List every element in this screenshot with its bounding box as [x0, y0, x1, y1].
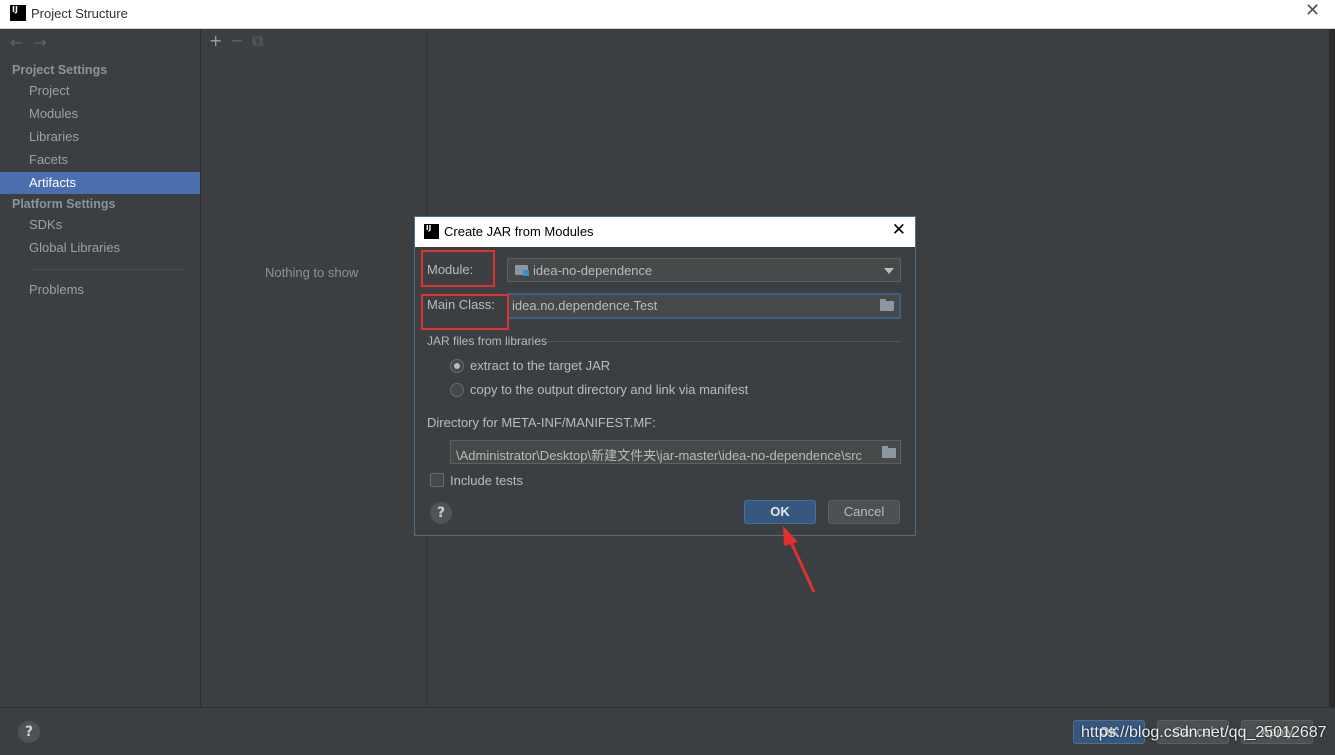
module-folder-icon	[515, 265, 529, 276]
sidebar-item-sdks[interactable]: SDKs	[0, 214, 200, 236]
window-title: Project Structure	[31, 6, 128, 21]
dropdown-arrow-icon[interactable]	[884, 268, 894, 274]
nav-arrows: ← →	[10, 33, 57, 52]
include-tests-checkbox[interactable]	[430, 473, 444, 487]
manifest-dir-label: Directory for META-INF/MANIFEST.MF:	[427, 415, 656, 430]
dialog-cancel-button[interactable]: Cancel	[828, 500, 900, 524]
window-titlebar: IJ Project Structure ✕	[0, 0, 1335, 29]
module-select[interactable]: idea-no-dependence	[507, 258, 901, 282]
dialog-titlebar: IJ Create JAR from Modules ✕	[415, 217, 915, 247]
main-class-input[interactable]: idea.no.dependence.Test	[507, 293, 901, 319]
intellij-logo-icon: IJ	[10, 5, 26, 21]
annotation-box-module	[421, 250, 495, 287]
dialog-help-icon[interactable]: ?	[430, 502, 452, 524]
sidebar-item-facets[interactable]: Facets	[0, 149, 200, 171]
sidebar-item-global-libraries[interactable]: Global Libraries	[0, 237, 200, 259]
annotation-box-main-class	[421, 294, 509, 330]
section-project-settings: Project Settings	[12, 63, 108, 77]
radio-extract[interactable]	[450, 359, 464, 373]
add-icon[interactable]: +	[209, 31, 222, 50]
sidebar-item-project[interactable]: Project	[0, 80, 200, 102]
include-tests-label[interactable]: Include tests	[450, 473, 523, 488]
module-value: idea-no-dependence	[533, 263, 653, 278]
radio-copy-label[interactable]: copy to the output directory and link vi…	[470, 382, 748, 397]
group-separator	[545, 341, 901, 342]
forward-arrow-icon[interactable]: →	[33, 33, 46, 52]
manifest-dir-value: \Administrator\Desktop\新建文件夹\jar-master\…	[456, 448, 863, 463]
watermark-text: https://blog.csdn.net/qq_25012687	[1081, 724, 1327, 741]
jar-libraries-group-title: JAR files from libraries	[427, 334, 548, 348]
radio-copy[interactable]	[450, 383, 464, 397]
dialog-title: Create JAR from Modules	[444, 224, 594, 239]
annotation-arrow-icon	[783, 526, 816, 593]
help-icon[interactable]: ?	[18, 721, 40, 743]
dialog-close-icon[interactable]: ✕	[892, 222, 906, 239]
remove-icon[interactable]: −	[230, 31, 243, 50]
sidebar-item-libraries[interactable]: Libraries	[0, 126, 200, 148]
right-edge-strip	[1329, 29, 1335, 707]
copy-icon[interactable]: ⧉	[252, 31, 263, 50]
intellij-logo-icon: IJ	[424, 224, 439, 239]
back-arrow-icon[interactable]: ←	[10, 33, 23, 52]
artifacts-list-panel: + − ⧉ Nothing to show	[201, 29, 427, 707]
main-class-value: idea.no.dependence.Test	[512, 298, 658, 313]
browse-folder-icon[interactable]	[880, 299, 895, 311]
window-close-icon[interactable]: ✕	[1305, 2, 1321, 20]
radio-extract-label[interactable]: extract to the target JAR	[470, 358, 610, 373]
section-platform-settings: Platform Settings	[12, 197, 116, 211]
sidebar-item-modules[interactable]: Modules	[0, 103, 200, 125]
sidebar-item-problems[interactable]: Problems	[0, 279, 200, 301]
sidebar-item-artifacts[interactable]: Artifacts	[0, 172, 200, 194]
empty-state-text: Nothing to show	[265, 265, 359, 280]
settings-sidebar: ← → Project Settings Project Modules Libr…	[0, 29, 201, 707]
sidebar-divider	[29, 269, 186, 270]
browse-folder-icon[interactable]	[879, 444, 898, 460]
artifacts-toolbar: + − ⧉	[209, 31, 271, 51]
manifest-dir-input[interactable]: \Administrator\Desktop\新建文件夹\jar-master\…	[450, 440, 901, 464]
